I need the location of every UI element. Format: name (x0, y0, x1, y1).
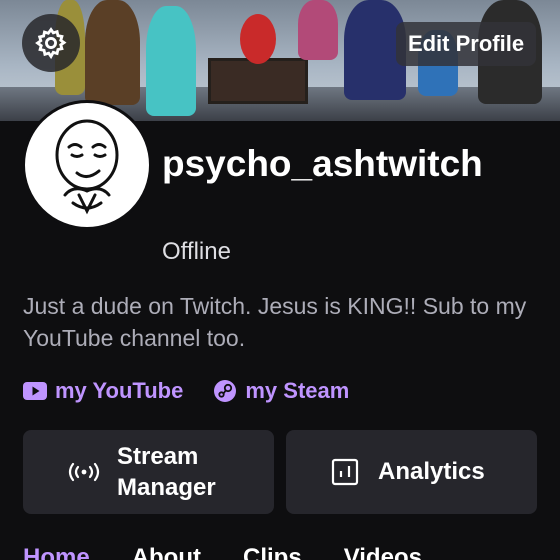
tab-about[interactable]: About (132, 544, 201, 560)
steam-link-label: my Steam (245, 378, 350, 403)
youtube-icon (23, 382, 47, 400)
banner-figure (146, 6, 196, 116)
trollface-avatar-icon (55, 119, 119, 215)
bio: Just a dude on Twitch. Jesus is KING!! S… (23, 293, 527, 351)
tab-clips[interactable]: Clips (243, 544, 302, 560)
stream-manager-label: Stream Manager (117, 443, 216, 501)
settings-button[interactable] (22, 14, 80, 72)
gear-icon (35, 27, 67, 60)
youtube-link[interactable]: my YouTube (23, 378, 183, 404)
profile-tabs: Home About Clips Videos (23, 544, 422, 560)
social-links: my YouTube my Steam (23, 378, 349, 404)
banner-figure (298, 0, 338, 60)
steam-link[interactable]: my Steam (213, 378, 349, 404)
analytics-icon (331, 458, 359, 486)
analytics-button[interactable]: Analytics (286, 430, 537, 514)
steam-icon (214, 380, 237, 402)
banner-figure (240, 14, 276, 64)
username: psycho_ashtwitch (162, 143, 483, 184)
tab-videos[interactable]: Videos (344, 544, 422, 560)
analytics-label: Analytics (378, 458, 485, 485)
tab-home[interactable]: Home (23, 544, 90, 560)
stream-manager-button[interactable]: Stream Manager (23, 430, 274, 514)
youtube-link-label: my YouTube (55, 378, 184, 403)
broadcast-icon (68, 462, 100, 482)
banner-figure (85, 0, 140, 105)
live-status: Offline (162, 238, 231, 265)
banner-desk (208, 58, 308, 104)
edit-profile-button[interactable]: Edit Profile (396, 22, 536, 66)
avatar[interactable] (22, 100, 152, 230)
